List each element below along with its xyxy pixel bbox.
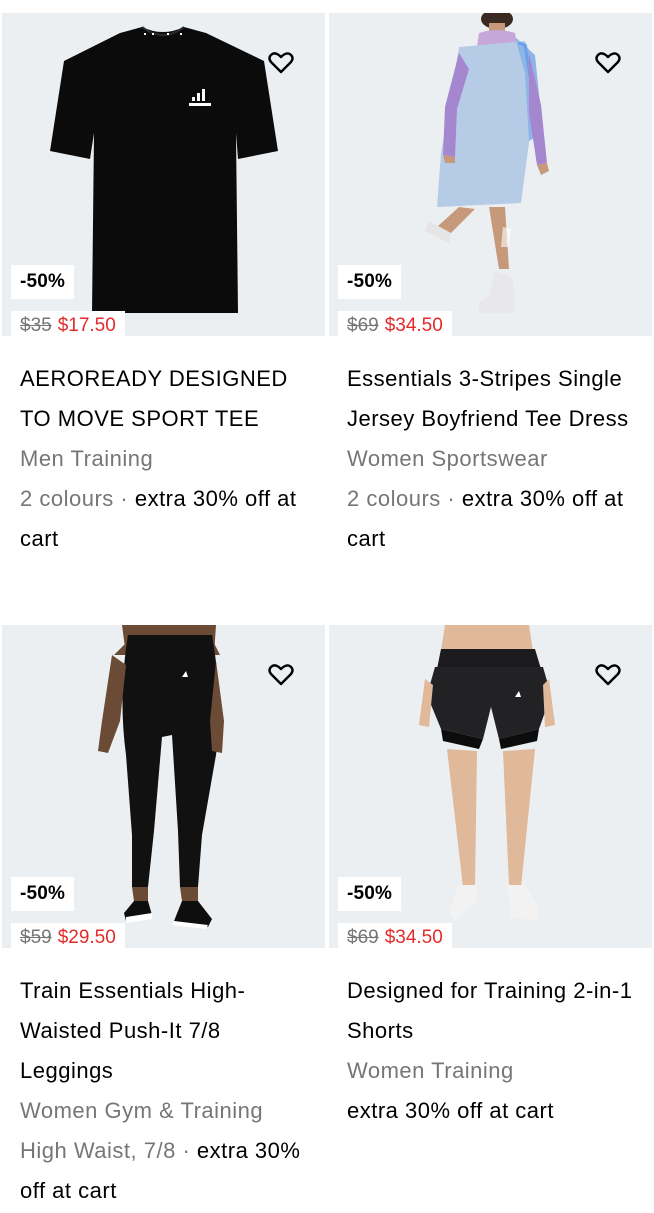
original-price: $69 [347,927,379,948]
sale-price: $34.50 [384,927,443,948]
original-price: $59 [20,927,52,948]
product-variants: 2 colours · [347,486,456,511]
product-image[interactable]: -50% $35 $17.50 [2,13,325,336]
original-price: $69 [347,315,379,336]
product-name[interactable]: Essentials 3-Stripes Single Jersey Boyfr… [347,359,636,439]
sale-price: $34.50 [384,315,443,336]
discount-badge: -50% [11,265,75,299]
product-image[interactable]: -50% $69 $34.50 [329,13,652,336]
price-box: $69 $34.50 [338,311,452,336]
wishlist-heart-icon[interactable] [594,661,622,689]
product-category: Women Sportswear [347,446,548,471]
product-variants: 2 colours · [20,486,129,511]
sale-price: $29.50 [57,927,116,948]
product-info[interactable]: Designed for Training 2-in-1 Shorts Wome… [329,948,654,1131]
original-price: $35 [20,315,52,336]
product-card[interactable]: -50% $35 $17.50 AEROREADY DESIGNED TO MOV… [2,13,327,559]
discount-badge: -50% [11,877,75,911]
product-variants: High Waist, 7/8 · [20,1138,191,1163]
product-name[interactable]: Designed for Training 2-in-1 Shorts [347,971,636,1051]
product-info[interactable]: Train Essentials High-Waisted Push-It 7/… [2,948,327,1211]
price-box: $69 $34.50 [338,923,452,948]
product-image[interactable]: -50% $59 $29.50 [2,625,325,948]
product-grid: -50% $35 $17.50 AEROREADY DESIGNED TO MOV… [0,0,654,1213]
discount-badge: -50% [338,877,402,911]
product-image[interactable]: -50% $69 $34.50 [329,625,652,948]
discount-badge: -50% [338,265,402,299]
product-category: Women Training [347,1058,514,1083]
product-info[interactable]: AEROREADY DESIGNED TO MOVE SPORT TEE Men… [2,336,327,559]
promo-text: extra 30% off at cart [347,1098,554,1123]
product-info[interactable]: Essentials 3-Stripes Single Jersey Boyfr… [329,336,654,559]
wishlist-heart-icon[interactable] [594,49,622,77]
price-box: $35 $17.50 [11,311,125,336]
product-card[interactable]: -50% $59 $29.50 Train Essentials High-Wai… [2,625,327,1211]
product-meta: High Waist, 7/8 · extra 30% off at cart [20,1131,309,1211]
product-name[interactable]: AEROREADY DESIGNED TO MOVE SPORT TEE [20,359,309,439]
wishlist-heart-icon[interactable] [267,49,295,77]
product-meta: 2 colours · extra 30% off at cart [347,479,636,559]
wishlist-heart-icon[interactable] [267,661,295,689]
price-box: $59 $29.50 [11,923,125,948]
product-category: Men Training [20,446,154,471]
product-meta: 2 colours · extra 30% off at cart [20,479,309,559]
product-category: Women Gym & Training [20,1098,264,1123]
sale-price: $17.50 [57,315,116,336]
product-card[interactable]: -50% $69 $34.50 Designed for Training 2-i… [329,625,654,1131]
product-name[interactable]: Train Essentials High-Waisted Push-It 7/… [20,971,309,1091]
product-meta: extra 30% off at cart [347,1091,636,1131]
product-card[interactable]: -50% $69 $34.50 Essentials 3-Stripes Sing… [329,13,654,559]
